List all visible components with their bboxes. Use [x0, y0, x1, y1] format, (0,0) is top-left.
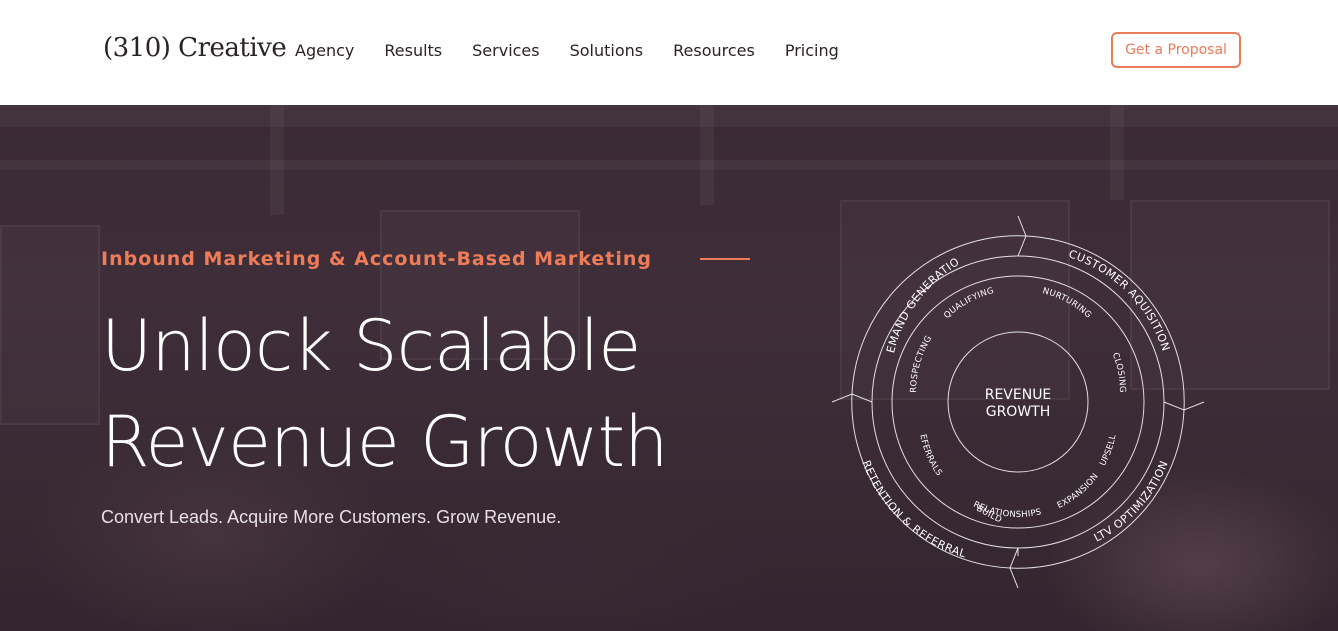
- ceiling-beam: [0, 160, 1338, 170]
- svg-text:CLOSING: CLOSING: [1110, 351, 1127, 393]
- wheel-upsell: UPSELL: [1098, 434, 1118, 468]
- hero-section: Inbound Marketing & Account-Based Market…: [0, 105, 1338, 631]
- ceiling-beam: [0, 105, 1338, 127]
- nav-solutions[interactable]: Solutions: [570, 41, 644, 60]
- svg-text:LTV OPTIMIZATION: LTV OPTIMIZATION: [1092, 459, 1171, 545]
- svg-text:CUSTOMER AQUISITION: CUSTOMER AQUISITION: [1067, 247, 1172, 352]
- wheel-expansion: EXPANSION: [1056, 472, 1101, 511]
- wheel-customer-acquisition: CUSTOMER AQUISITION: [1067, 247, 1172, 352]
- nav-pricing[interactable]: Pricing: [785, 41, 839, 60]
- get-proposal-button[interactable]: Get a Proposal: [1111, 32, 1241, 68]
- headline-line-1: Unlock Scalable: [101, 305, 641, 387]
- site-header: (310) Creative Agency Results Services S…: [0, 0, 1338, 105]
- svg-text:DEMAND GENERATION: DEMAND GENERATION: [828, 212, 962, 354]
- ceiling-beam: [700, 105, 714, 205]
- wheel-center-line-2: GROWTH: [986, 404, 1051, 420]
- headline-line-2: Revenue Growth: [101, 401, 668, 483]
- wheel-center-line-1: REVENUE: [985, 387, 1052, 403]
- wheel-qualifying: QUALIFYING: [942, 286, 995, 321]
- nav-agency[interactable]: Agency: [295, 41, 354, 60]
- ceiling-beam: [270, 105, 284, 215]
- logo[interactable]: (310) Creative: [103, 33, 287, 63]
- svg-text:NURTURING: NURTURING: [1041, 286, 1093, 320]
- svg-text:UPSELL: UPSELL: [1098, 434, 1118, 468]
- wheel-demand-generation: DEMAND GENERATION: [828, 212, 961, 354]
- revenue-growth-wheel: DEMAND GENERATION CUSTOMER AQUISITION LT…: [828, 212, 1205, 589]
- main-nav: Agency Results Services Solutions Resour…: [295, 41, 839, 60]
- wheel-closing: CLOSING: [1110, 351, 1127, 393]
- ceiling-beam: [1110, 105, 1124, 200]
- nav-results[interactable]: Results: [384, 41, 442, 60]
- svg-text:EXPANSION: EXPANSION: [1056, 472, 1101, 511]
- wheel-ltv-optimization: LTV OPTIMIZATION: [1092, 459, 1170, 545]
- nav-resources[interactable]: Resources: [673, 41, 755, 60]
- nav-services[interactable]: Services: [472, 41, 539, 60]
- eyebrow-divider: [700, 258, 750, 260]
- svg-text:QUALIFYING: QUALIFYING: [942, 286, 995, 321]
- hero-headline: Unlock Scalable Revenue Growth: [101, 298, 668, 490]
- background-window: [0, 225, 100, 425]
- hero-eyebrow: Inbound Marketing & Account-Based Market…: [101, 248, 652, 270]
- wheel-nurturing: NURTURING: [1041, 286, 1093, 320]
- hero-subheadline: Convert Leads. Acquire More Customers. G…: [101, 507, 562, 527]
